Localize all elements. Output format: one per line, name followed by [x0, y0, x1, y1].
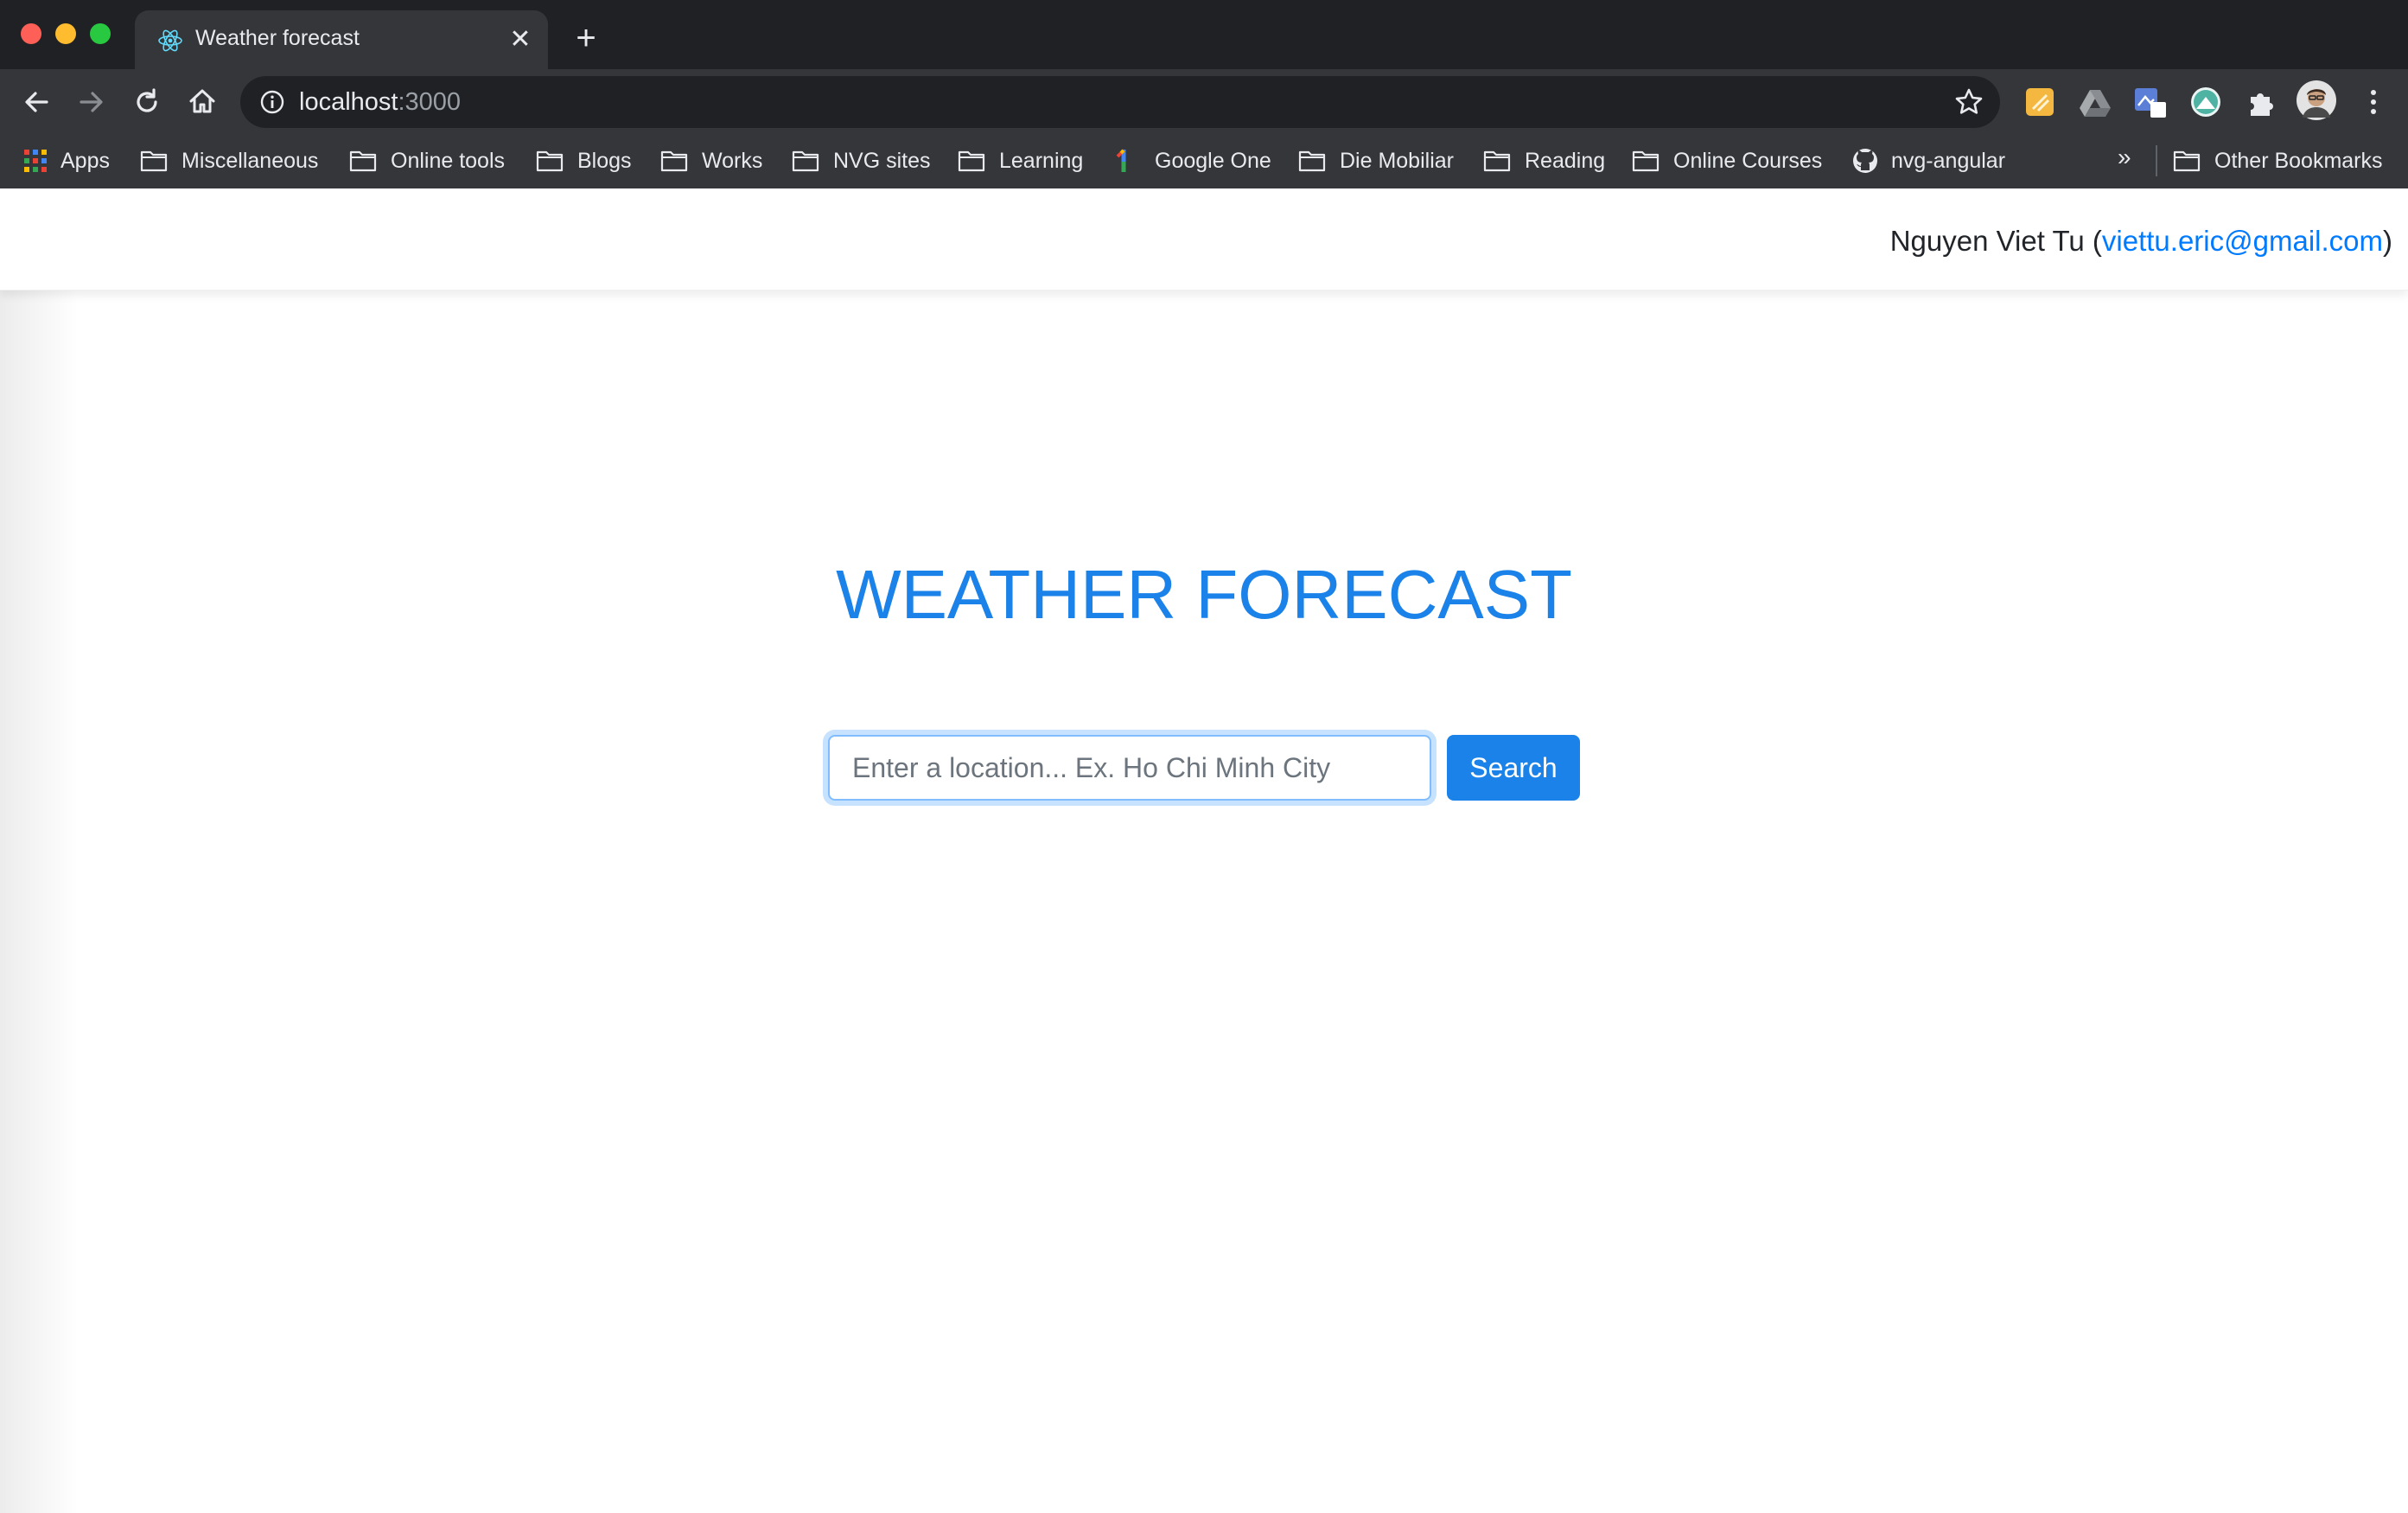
address-bar[interactable]: localhost:3000: [240, 76, 2000, 128]
folder-icon: [1483, 150, 1511, 172]
bookmarks-overflow-chevron[interactable]: »: [2118, 144, 2131, 171]
bookmark-google-one[interactable]: Google One: [1115, 142, 1271, 180]
tab-title: Weather forecast: [195, 26, 360, 50]
author-suffix: ): [2383, 225, 2392, 257]
window-close-button[interactable]: [21, 23, 41, 44]
bookmark-label: Learning: [999, 148, 1084, 173]
bookmark-folder-online-courses[interactable]: Online Courses: [1632, 142, 1822, 180]
bookmark-folder-reading[interactable]: Reading: [1483, 142, 1605, 180]
bookmark-label: Die Mobiliar: [1340, 148, 1454, 173]
folder-icon: [2173, 150, 2201, 172]
folder-icon: [349, 150, 377, 172]
location-search-input[interactable]: [828, 735, 1431, 801]
address-host: localhost: [299, 88, 398, 116]
forward-icon[interactable]: [73, 83, 111, 121]
bookmark-folder-online-tools[interactable]: Online tools: [349, 142, 505, 180]
site-info-icon[interactable]: [259, 89, 285, 115]
bookmark-apps[interactable]: Apps: [22, 142, 110, 180]
bookmark-label: Blogs: [577, 148, 632, 173]
browser-titlebar: Weather forecast ✕ +: [0, 0, 2408, 69]
bookmark-folder-learning[interactable]: Learning: [958, 142, 1083, 180]
address-url: localhost:3000: [299, 88, 461, 117]
bookmark-label: Reading: [1525, 148, 1606, 173]
bookmark-folder-nvg-sites[interactable]: NVG sites: [792, 142, 931, 180]
author-email-link[interactable]: viettu.eric@gmail.com: [2102, 225, 2383, 257]
extension-screenshot-icon[interactable]: [2133, 85, 2168, 119]
browser-tab[interactable]: Weather forecast ✕: [135, 10, 548, 69]
page-content: Nguyen Viet Tu (viettu.eric@gmail.com) W…: [0, 188, 2408, 1513]
bookmark-label: NVG sites: [833, 148, 931, 173]
folder-icon: [958, 150, 985, 172]
home-icon[interactable]: [183, 83, 221, 121]
bookmark-folder-works[interactable]: Works: [660, 142, 762, 180]
author-credit: Nguyen Viet Tu (viettu.eric@gmail.com): [1890, 225, 2392, 258]
bookmark-folder-blogs[interactable]: Blogs: [536, 142, 632, 180]
bookmark-label: Works: [702, 148, 763, 173]
react-icon: [158, 29, 182, 52]
bookmark-label: Other Bookmarks: [2214, 148, 2383, 173]
extensions-puzzle-icon[interactable]: [2244, 85, 2278, 119]
bookmark-label: nvg-angular: [1891, 148, 2006, 173]
folder-icon: [792, 150, 819, 172]
bookmark-label: Miscellaneous: [182, 148, 319, 173]
window-maximize-button[interactable]: [90, 23, 111, 44]
apps-grid-icon: [24, 150, 47, 172]
back-icon[interactable]: [17, 83, 55, 121]
google-one-icon: [1116, 149, 1126, 172]
folder-icon: [660, 150, 688, 172]
google-drive-icon[interactable]: [2078, 85, 2112, 119]
extension-notes-icon[interactable]: [2023, 85, 2057, 119]
page-header: Nguyen Viet Tu (viettu.eric@gmail.com): [0, 188, 2408, 290]
bookmark-folder-other-bookmarks[interactable]: Other Bookmarks: [2173, 142, 2383, 180]
folder-icon: [140, 150, 168, 172]
bookmark-nvg-angular[interactable]: nvg-angular: [1851, 142, 2005, 180]
bookmark-label: Online tools: [391, 148, 506, 173]
github-icon: [1853, 149, 1877, 173]
folder-icon: [1632, 150, 1659, 172]
reload-icon[interactable]: [128, 83, 166, 121]
folder-icon: [536, 150, 564, 172]
search-button[interactable]: Search: [1447, 735, 1580, 801]
bookmark-label: Online Courses: [1673, 148, 1823, 173]
bookmarks-separator: [2156, 145, 2157, 176]
bookmark-label: Google One: [1155, 148, 1271, 173]
extension-mountain-icon[interactable]: [2188, 85, 2223, 119]
page-title: WEATHER FORECAST: [836, 556, 1572, 633]
bookmarks-bar: Apps Miscellaneous Online tools Blogs Wo…: [0, 135, 2408, 188]
bookmark-label: Apps: [61, 148, 110, 173]
address-port: :3000: [398, 88, 462, 116]
bookmark-folder-die-mobiliar[interactable]: Die Mobiliar: [1298, 142, 1454, 180]
new-tab-button[interactable]: +: [567, 21, 605, 59]
profile-avatar-icon[interactable]: [2296, 80, 2337, 121]
tab-close-icon[interactable]: ✕: [506, 26, 534, 54]
window-minimize-button[interactable]: [55, 23, 76, 44]
browser-menu-icon[interactable]: [2356, 85, 2391, 119]
bookmark-star-icon[interactable]: [1953, 86, 1984, 118]
folder-icon: [1298, 150, 1326, 172]
browser-toolbar: localhost:3000: [0, 69, 2408, 135]
bookmark-folder-miscellaneous[interactable]: Miscellaneous: [140, 142, 318, 180]
author-name: Nguyen Viet Tu (: [1889, 225, 2102, 257]
page-left-shadow: [0, 188, 78, 1513]
